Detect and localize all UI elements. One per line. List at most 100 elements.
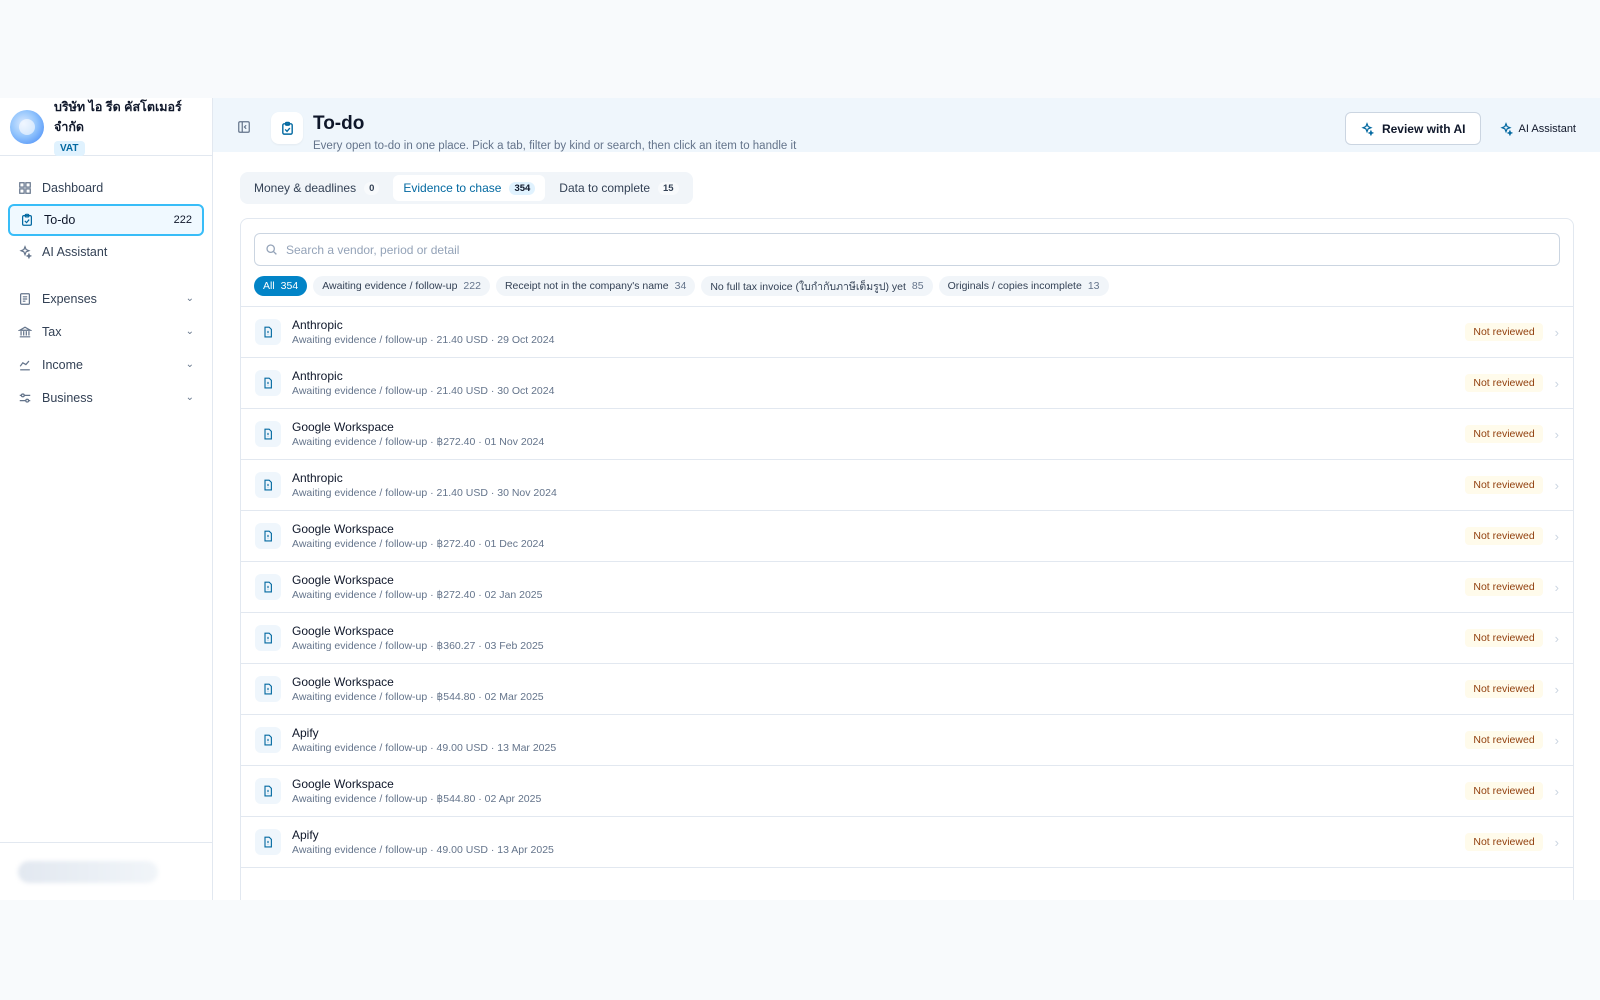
sparkles-icon <box>18 245 32 259</box>
chevron-right-icon: › <box>1554 732 1559 748</box>
app-window: บริษัท ไอ รีด คัสโตเมอร์ จำกัด VAT Dashb… <box>0 98 1600 900</box>
filter-chip-no-full-tax-invoice[interactable]: No full tax invoice (ใบกำกับภาษีเต็มรูป)… <box>701 276 933 296</box>
dashboard-icon <box>18 181 32 195</box>
vendor-name: Google Workspace <box>292 522 394 536</box>
tab-data-to-complete[interactable]: Data to complete 15 <box>549 175 688 201</box>
vendor-name: Anthropic <box>292 471 343 485</box>
tab-evidence-to-chase[interactable]: Evidence to chase 354 <box>393 175 546 201</box>
list-item[interactable]: Apify Awaiting evidence / follow-up · 49.… <box>241 817 1573 868</box>
status-badge: Not reviewed <box>1465 425 1543 443</box>
tab-bar: Money & deadlines 0 Evidence to chase 35… <box>240 172 693 204</box>
main-area: To-do Every open to-do in one place. Pic… <box>213 98 1600 900</box>
page-title: To-do <box>313 113 365 134</box>
list-item[interactable]: Anthropic Awaiting evidence / follow-up ·… <box>241 358 1573 409</box>
user-profile-blurred <box>18 860 158 883</box>
document-icon <box>255 472 281 498</box>
item-details: Awaiting evidence / follow-up · ฿544.80 … <box>292 691 544 703</box>
sidebar-group-business[interactable]: Business ⌄ <box>8 381 204 414</box>
chevron-right-icon: › <box>1554 477 1559 493</box>
chip-count: 34 <box>674 280 687 292</box>
vendor-name: Anthropic <box>292 369 343 383</box>
item-details: Awaiting evidence / follow-up · ฿272.40 … <box>292 538 545 550</box>
search-input[interactable] <box>286 242 1549 257</box>
chip-label: No full tax invoice (ใบกำกับภาษีเต็มรูป)… <box>710 280 906 293</box>
list-item[interactable]: Google Workspace Awaiting evidence / foll… <box>241 511 1573 562</box>
document-icon <box>255 829 281 855</box>
user-profile[interactable] <box>0 842 212 900</box>
item-details: Awaiting evidence / follow-up · 49.00 US… <box>292 844 554 856</box>
list-item[interactable]: Anthropic Awaiting evidence / follow-up ·… <box>241 307 1573 358</box>
search-box <box>254 233 1560 266</box>
bank-icon <box>18 325 32 339</box>
filter-chip-all[interactable]: All 354 <box>254 276 308 296</box>
todo-panel: All354 Awaiting evidence / follow-up222 … <box>240 218 1574 900</box>
filter-chip-receipt-not-company[interactable]: Receipt not in the company's name 34 <box>495 276 696 296</box>
list-item[interactable]: Apify Awaiting evidence / follow-up · 49.… <box>241 715 1573 766</box>
sidebar-group-expenses[interactable]: Expenses ⌄ <box>8 282 204 315</box>
chevron-right-icon: › <box>1554 324 1559 340</box>
list-item[interactable]: Google Workspace Awaiting evidence / foll… <box>241 409 1573 460</box>
list-item[interactable]: Google Workspace Awaiting evidence / foll… <box>241 664 1573 715</box>
sidebar-item-label: AI Assistant <box>42 245 108 259</box>
document-icon <box>255 574 281 600</box>
document-icon <box>255 727 281 753</box>
sidebar-item-dashboard[interactable]: Dashboard <box>8 172 204 204</box>
item-details: Awaiting evidence / follow-up · ฿272.40 … <box>292 589 543 601</box>
filter-chips: All 354 Awaiting evidence / follow-up 222 … <box>241 266 1573 306</box>
sidebar-item-todo[interactable]: To-do 222 <box>8 204 204 236</box>
review-with-ai-label: Review with AI <box>1381 121 1466 136</box>
review-with-ai-button[interactable]: Review with AI <box>1344 112 1481 145</box>
chevron-right-icon: › <box>1554 375 1559 391</box>
list-item[interactable]: Google Workspace Awaiting evidence / foll… <box>241 613 1573 664</box>
vendor-name: Google Workspace <box>292 777 394 791</box>
chip-count: 13 <box>1087 280 1100 292</box>
status-badge: Not reviewed <box>1465 629 1543 647</box>
list-item[interactable]: Google Workspace Awaiting evidence / foll… <box>241 766 1573 817</box>
sidebar-group-income[interactable]: Income ⌄ <box>8 348 204 381</box>
chevron-down-icon: ⌄ <box>185 359 194 370</box>
page-subtitle: Every open to-do in one place. Pick a ta… <box>313 140 797 152</box>
chevron-down-icon: ⌄ <box>185 392 194 403</box>
search-icon <box>265 243 278 256</box>
tab-money-deadlines[interactable]: Money & deadlines 0 <box>244 175 389 201</box>
tab-label: Evidence to chase <box>403 181 502 195</box>
chip-label: Awaiting evidence / follow-up <box>322 280 458 292</box>
tab-count: 15 <box>658 181 679 195</box>
page-header: To-do Every open to-do in one place. Pic… <box>213 98 1600 152</box>
chevron-right-icon: › <box>1554 681 1559 697</box>
sidebar-group-label: Expenses <box>42 291 97 306</box>
chip-label: Receipt not in the company's name <box>504 280 669 292</box>
filter-chip-originals-incomplete[interactable]: Originals / copies incomplete 13 <box>938 276 1109 296</box>
status-badge: Not reviewed <box>1465 476 1543 494</box>
chevron-right-icon: › <box>1554 528 1559 544</box>
vat-badge: VAT <box>54 141 85 156</box>
collapse-sidebar-icon[interactable] <box>237 120 251 134</box>
sidebar-nav: Dashboard To-do 222 AI Assistant Expense… <box>0 156 212 430</box>
ai-assistant-link[interactable]: AI Assistant <box>1499 121 1576 136</box>
sidebar-group-tax[interactable]: Tax ⌄ <box>8 315 204 348</box>
tab-label: Data to complete <box>559 181 651 195</box>
brand[interactable]: บริษัท ไอ รีด คัสโตเมอร์ จำกัด VAT <box>0 98 212 156</box>
status-badge: Not reviewed <box>1465 731 1543 749</box>
document-icon <box>255 523 281 549</box>
chevron-right-icon: › <box>1554 426 1559 442</box>
sparkles-icon <box>1360 121 1374 136</box>
clipboard-check-icon <box>20 213 34 227</box>
coins-icon <box>18 358 32 372</box>
document-icon <box>255 319 281 345</box>
chevron-right-icon: › <box>1554 834 1559 850</box>
status-badge: Not reviewed <box>1465 527 1543 545</box>
sidebar-group-label: Business <box>42 390 93 405</box>
vendor-name: Google Workspace <box>292 573 394 587</box>
clipboard-check-icon <box>271 112 303 144</box>
item-details: Awaiting evidence / follow-up · 21.40 US… <box>292 334 555 346</box>
filter-chip-awaiting-evidence[interactable]: Awaiting evidence / follow-up 222 <box>313 276 490 296</box>
item-details: Awaiting evidence / follow-up · 21.40 US… <box>292 487 557 499</box>
item-details: Awaiting evidence / follow-up · 49.00 US… <box>292 742 557 754</box>
sidebar-item-ai-assistant[interactable]: AI Assistant <box>8 236 204 268</box>
chevron-right-icon: › <box>1554 783 1559 799</box>
list-item[interactable]: Anthropic Awaiting evidence / follow-up ·… <box>241 460 1573 511</box>
list-item[interactable]: Google Workspace Awaiting evidence / foll… <box>241 562 1573 613</box>
chip-count: 222 <box>463 280 481 292</box>
status-badge: Not reviewed <box>1465 374 1543 392</box>
